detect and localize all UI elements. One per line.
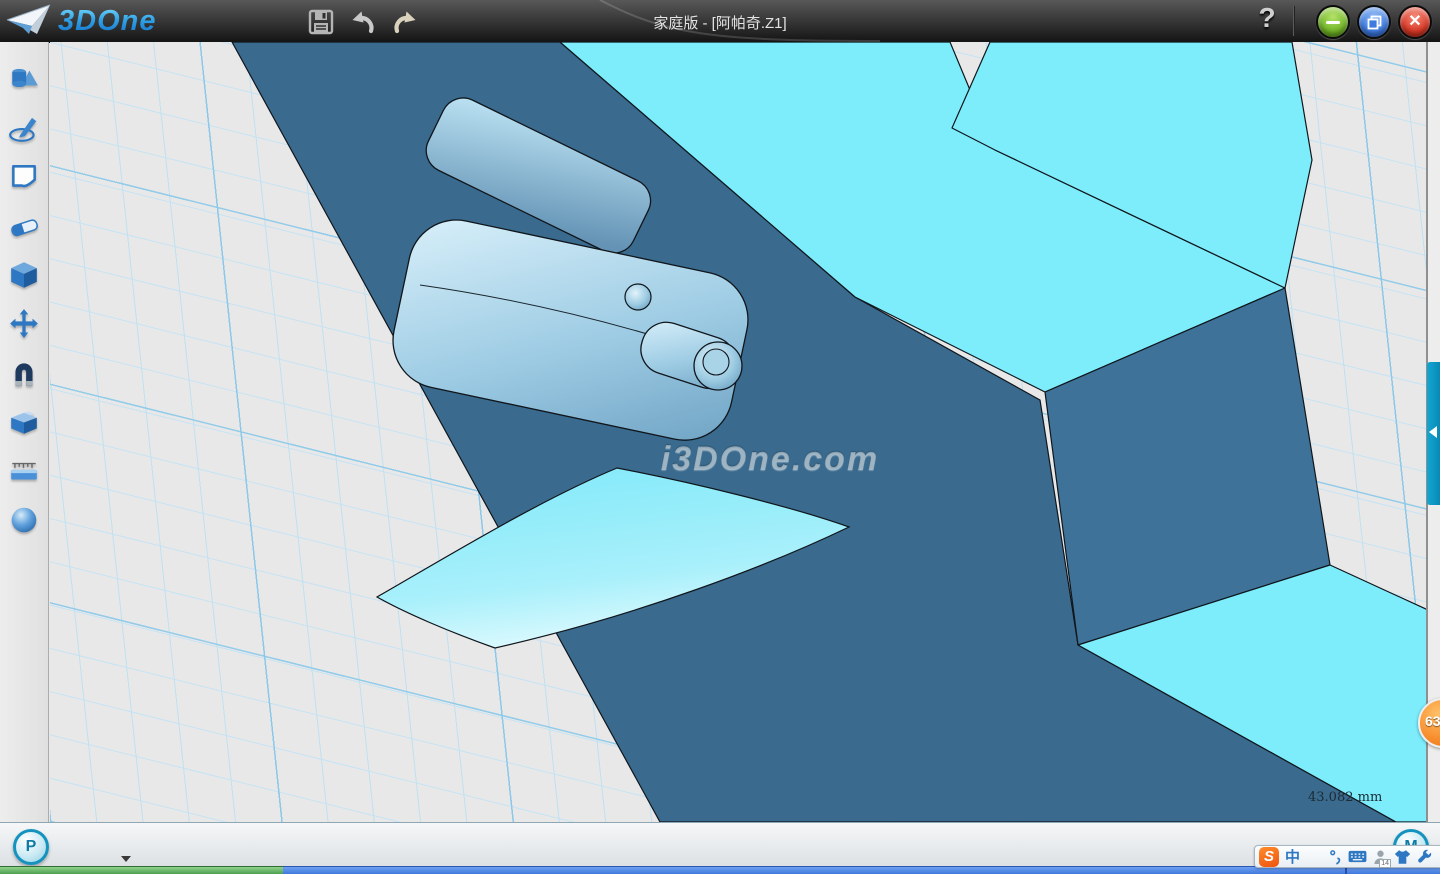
watermark: i3DOne.com <box>520 440 1020 479</box>
scale-readout: 43.082 mm <box>1308 790 1440 805</box>
help-button[interactable]: ? <box>1252 2 1282 36</box>
titlebar: 3DOne 家庭版 - [阿帕奇.Z1] ? <box>0 0 1440 43</box>
controls-separator <box>1293 6 1294 36</box>
minimize-icon <box>1326 21 1340 24</box>
minimize-button[interactable] <box>1316 5 1350 39</box>
sidebar-item-sketch-edit[interactable] <box>4 201 44 250</box>
p-badge-dropdown-arrow[interactable] <box>121 856 131 862</box>
paper-plane-icon <box>6 3 52 39</box>
ime-skin-button[interactable] <box>1394 847 1411 867</box>
ime-keyboard-button[interactable] <box>1348 847 1367 867</box>
eraser-icon <box>8 210 40 242</box>
ime-language-toggle[interactable]: 中 <box>1285 847 1300 867</box>
model-canvas[interactable]: i3DOne.com 43.082 mm <box>50 42 1426 822</box>
profile-p-badge[interactable]: P <box>13 829 49 865</box>
punctuation-icon <box>1329 848 1342 865</box>
magnet-icon <box>8 357 40 389</box>
window-title: 家庭版 - [阿帕奇.Z1] <box>653 12 786 33</box>
ime-punctuation-button[interactable] <box>1329 847 1342 867</box>
moon-icon <box>1306 848 1323 865</box>
sidebar-item-feature[interactable] <box>4 250 44 299</box>
bottom-toolbar: P <box>0 822 1440 866</box>
sidebar-item-sketch-plane[interactable] <box>4 152 44 201</box>
sidebar-item-move[interactable] <box>4 299 44 348</box>
move-arrows-icon <box>8 308 40 340</box>
redo-icon[interactable] <box>390 7 420 37</box>
app-window: 3DOne 家庭版 - [阿帕奇.Z1] ? <box>0 0 1440 874</box>
sketch-icon <box>8 112 40 144</box>
ime-user-button[interactable]: 14 <box>1373 847 1388 867</box>
restore-button[interactable] <box>1357 5 1391 39</box>
sketch-plane-icon <box>8 161 40 193</box>
taskbar-edge-green <box>0 866 283 874</box>
primitives-icon <box>8 63 40 95</box>
ime-halfmoon-button[interactable] <box>1306 847 1323 867</box>
app-logo: 3DOne <box>6 3 164 39</box>
sidebar-item-primitives[interactable] <box>4 54 44 103</box>
ime-settings-button[interactable] <box>1417 847 1433 867</box>
chevron-left-icon <box>1429 426 1437 438</box>
close-button[interactable]: ✕ <box>1398 5 1432 39</box>
brand-text: 3DOne <box>58 5 164 38</box>
tshirt-icon <box>1394 849 1411 865</box>
sidebar-item-measure[interactable] <box>4 446 44 495</box>
keyboard-icon <box>1348 849 1367 864</box>
model-render <box>50 42 1426 822</box>
notification-count: 63 <box>1425 713 1440 729</box>
open-box-icon <box>8 406 40 438</box>
undo-icon[interactable] <box>348 7 378 37</box>
sidebar-item-material[interactable] <box>4 495 44 544</box>
panel-collapse-tab[interactable] <box>1427 362 1440 505</box>
sphere-icon <box>8 504 40 536</box>
ime-logo[interactable]: S <box>1259 847 1279 867</box>
sidebar-item-assembly[interactable] <box>4 348 44 397</box>
left-toolbar <box>0 42 49 822</box>
sidebar-item-special-feature[interactable] <box>4 397 44 446</box>
save-icon[interactable] <box>306 7 336 37</box>
ime-user-count: 14 <box>1379 859 1391 868</box>
ruler-icon <box>8 455 40 487</box>
restore-icon <box>1367 15 1382 30</box>
sidebar-item-sketch[interactable] <box>4 103 44 152</box>
cube-icon <box>8 259 40 291</box>
wrench-icon <box>1417 849 1433 865</box>
ime-toolbar: S 中 14 <box>1254 845 1440 868</box>
close-icon: ✕ <box>1408 14 1421 30</box>
